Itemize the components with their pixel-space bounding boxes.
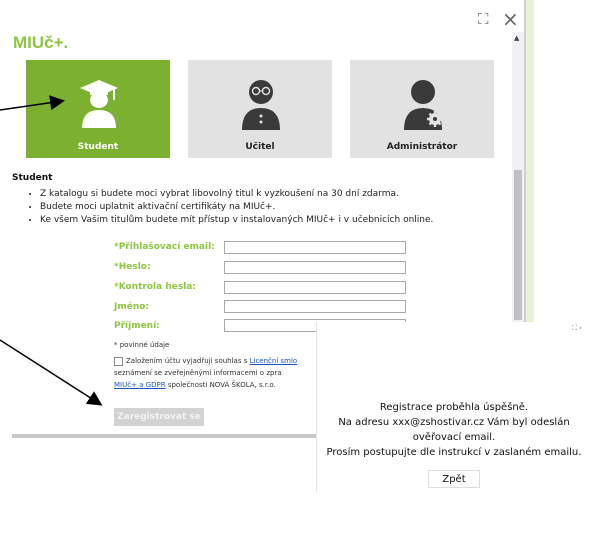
- list-item: Ke všem Vašim titulům budete mít přístup…: [40, 214, 520, 227]
- consent-block: Založením účtu vyjadřuji souhlas s Licen…: [114, 355, 324, 391]
- role-label-teacher: Učitel: [245, 142, 275, 152]
- message-line: ověřovací email.: [412, 432, 496, 443]
- email-label: *Přihlašovací email:: [114, 242, 215, 252]
- panel-controls-icon[interactable]: ⛶ ›: [572, 324, 582, 333]
- consent-checkbox[interactable]: [114, 356, 123, 366]
- scroll-up-icon[interactable]: ▲: [514, 34, 519, 42]
- student-icon: [80, 80, 118, 128]
- gdpr-link[interactable]: MIUč+ a GDPR: [114, 381, 166, 389]
- list-item: Budete moci uplatnit aktivační certifiká…: [40, 201, 520, 214]
- password-check-label: *Kontrola hesla:: [114, 282, 196, 292]
- brand-logo: MIUč+.: [13, 33, 69, 52]
- role-card-administrator[interactable]: Administrátor: [350, 60, 494, 158]
- background-strip: [526, 0, 534, 330]
- admin-icon: [404, 80, 443, 130]
- dialog-bottom-edge: [12, 434, 316, 438]
- password-label: *Heslo:: [114, 262, 151, 272]
- back-button[interactable]: Zpět: [428, 470, 480, 488]
- expand-icon[interactable]: ⛶: [478, 10, 496, 28]
- consent-text: Založením účtu vyjadřuji souhlas s: [126, 357, 248, 365]
- consent-text: seznámení se zveřejněnými informacemi o …: [114, 369, 282, 377]
- section-title: Student: [12, 173, 53, 183]
- password-field[interactable]: [224, 261, 406, 274]
- register-button[interactable]: Zaregistrovat se: [114, 408, 204, 426]
- role-card-teacher[interactable]: Učitel: [188, 60, 332, 158]
- password-check-field[interactable]: [224, 281, 406, 294]
- license-link[interactable]: Licenční smlo: [250, 357, 298, 365]
- role-label-administrator: Administrátor: [386, 142, 458, 152]
- close-icon[interactable]: ×: [502, 7, 520, 31]
- confirmation-message: Registrace proběhla úspěšně. Na adresu x…: [316, 400, 592, 460]
- message-line: Na adresu xxx@zshostivar.cz Vám byl odes…: [338, 417, 570, 428]
- message-line: Prosím postupujte dle instrukcí v zaslan…: [326, 447, 582, 458]
- required-note: * povinné údaje: [114, 341, 170, 349]
- scrollbar[interactable]: ▲: [512, 32, 524, 322]
- first-name-label: Jméno:: [114, 302, 150, 312]
- benefits-list: Z katalogu si budete moci vybrat libovol…: [28, 188, 520, 227]
- role-label-student: Student: [77, 142, 119, 152]
- role-card-student[interactable]: Student: [26, 60, 170, 158]
- consent-text: společnosti NOVÁ ŠKOLA, s.r.o.: [165, 381, 276, 389]
- email-field[interactable]: [224, 241, 406, 254]
- first-name-field[interactable]: [224, 300, 406, 313]
- message-line: Registrace proběhla úspěšně.: [379, 402, 529, 413]
- last-name-label: Příjmení:: [114, 321, 160, 331]
- list-item: Z katalogu si budete moci vybrat libovol…: [40, 188, 520, 201]
- teacher-icon: [242, 80, 280, 130]
